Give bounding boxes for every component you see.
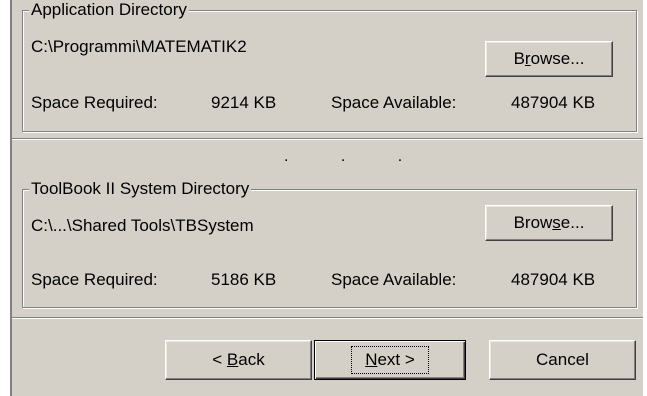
divider-dots: . . . <box>284 148 427 165</box>
toolbook-system-directory-path: C:\...\Shared Tools\TBSystem <box>31 216 254 235</box>
group-title: Application Directory <box>29 0 189 20</box>
space-required-label: Space Required: <box>31 270 158 289</box>
space-required-value: 5186 KB <box>211 270 277 289</box>
space-available-label: Space Available: <box>331 93 457 112</box>
application-directory-path: C:\Programmi\MATEMATIK2 <box>31 37 247 56</box>
application-directory-group: Application Directory C:\Programmi\MATEM… <box>22 0 637 132</box>
back-button[interactable]: < Back <box>165 340 312 380</box>
setup-dialog: Application Directory C:\Programmi\MATEM… <box>10 0 643 396</box>
group-title: ToolBook II System Directory <box>29 179 252 199</box>
space-available-value: 487904 KB <box>511 270 596 289</box>
space-available-label: Space Available: <box>331 270 457 289</box>
next-button[interactable]: Next > <box>314 340 466 380</box>
browse-button[interactable]: Browse... <box>485 205 613 241</box>
browse-button[interactable]: Browse... <box>485 41 613 77</box>
space-info-row: Space Required: 9214 KB Space Available:… <box>31 93 636 115</box>
toolbook-system-directory-group: ToolBook II System Directory C:\...\Shar… <box>22 179 637 308</box>
cancel-button[interactable]: Cancel <box>489 340 636 380</box>
space-available-value: 487904 KB <box>511 93 596 112</box>
space-info-row: Space Required: 5186 KB Space Available:… <box>31 270 636 292</box>
space-required-value: 9214 KB <box>211 93 277 112</box>
separator <box>12 317 643 319</box>
space-required-label: Space Required: <box>31 93 158 112</box>
separator <box>12 138 643 140</box>
